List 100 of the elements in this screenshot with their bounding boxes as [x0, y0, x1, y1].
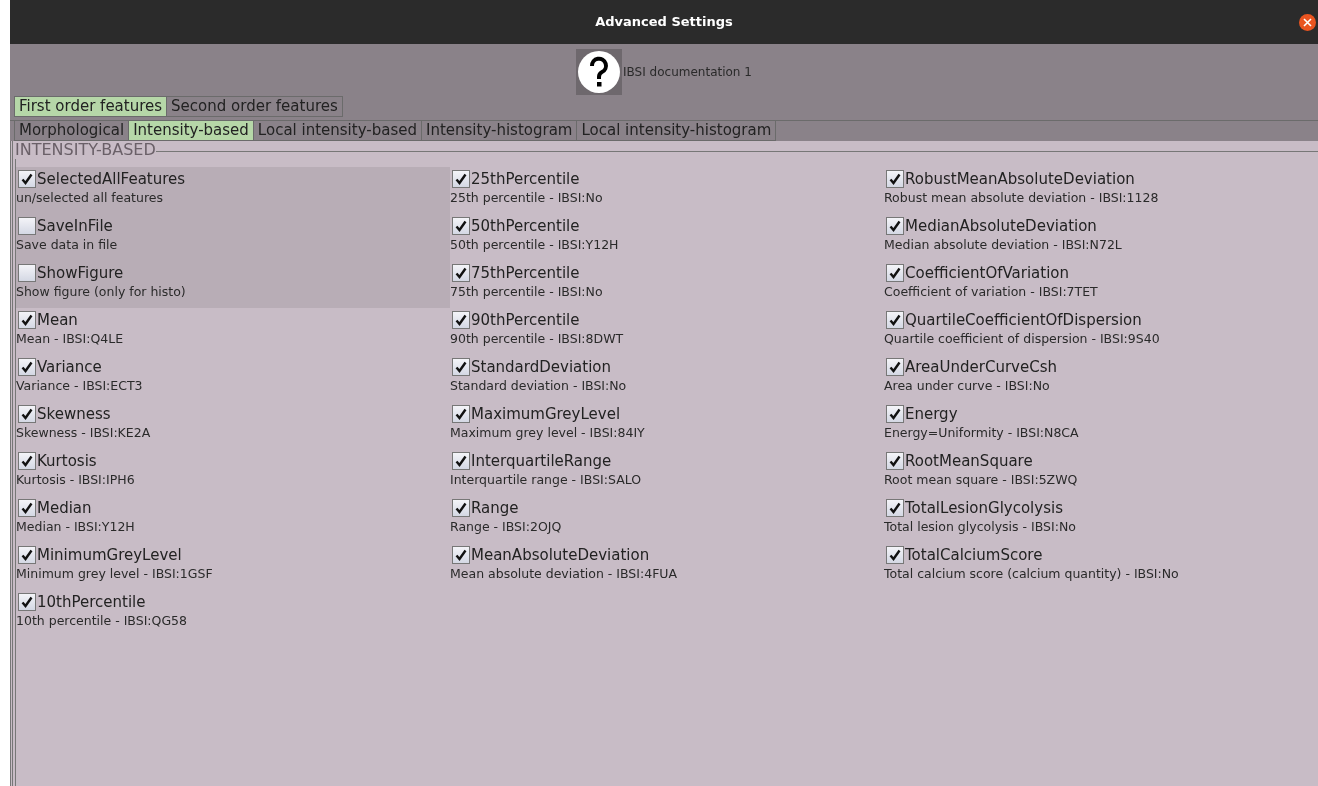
tab[interactable]: Local intensity-histogram: [576, 120, 777, 141]
feature-description: Coefficient of variation - IBSI:7TET: [884, 284, 1099, 300]
check-icon: [455, 220, 467, 232]
feature-checkbox[interactable]: SaveInFile: [16, 215, 450, 237]
check-icon: [889, 455, 901, 467]
feature-checkbox[interactable]: Median: [16, 497, 450, 519]
feature-checkbox[interactable]: RootMeanSquare: [884, 450, 1318, 472]
feature-checkbox[interactable]: MinimumGreyLevel: [16, 544, 450, 566]
feature-checkbox[interactable]: ShowFigure: [16, 262, 450, 284]
feature-checkbox[interactable]: InterquartileRange: [450, 450, 884, 472]
checkbox[interactable]: [18, 264, 36, 282]
checkbox[interactable]: [886, 452, 904, 470]
help-icon: [576, 49, 623, 95]
feature-checkbox[interactable]: 90thPercentile: [450, 309, 884, 331]
check-icon: [21, 314, 33, 326]
checkbox[interactable]: [18, 311, 36, 329]
tab[interactable]: Second order features: [166, 96, 343, 117]
tab[interactable]: Local intensity-based: [252, 120, 422, 141]
checkbox[interactable]: [452, 311, 470, 329]
feature-description: 10th percentile - IBSI:QG58: [16, 613, 188, 629]
checkbox[interactable]: [452, 546, 470, 564]
tab[interactable]: First order features: [14, 96, 168, 117]
feature-checkbox[interactable]: Variance: [16, 356, 450, 378]
checkbox[interactable]: [886, 217, 904, 235]
check-icon: [21, 408, 33, 420]
check-icon: [455, 314, 467, 326]
check-icon: [455, 549, 467, 561]
feature-checkbox[interactable]: TotalCalciumScore: [884, 544, 1318, 566]
feature-description: Root mean square - IBSI:5ZWQ: [884, 472, 1079, 488]
check-icon: [889, 314, 901, 326]
checkbox[interactable]: [452, 358, 470, 376]
feature-description: 90th percentile - IBSI:8DWT: [450, 331, 625, 347]
feature-checkbox[interactable]: Energy: [884, 403, 1318, 425]
feature-description: Interquartile range - IBSI:SALO: [450, 472, 643, 488]
feature-description: Range - IBSI:2OJQ: [450, 519, 563, 535]
feature-checkbox[interactable]: 25thPercentile: [450, 168, 884, 190]
check-icon: [889, 549, 901, 561]
close-icon: [1303, 18, 1312, 27]
checkbox[interactable]: [452, 452, 470, 470]
feature-description: Show figure (only for histo): [16, 284, 187, 300]
feature-description: Mean - IBSI:Q4LE: [16, 331, 125, 347]
checkbox[interactable]: [18, 546, 36, 564]
feature-description: Total lesion glycolysis - IBSI:No: [884, 519, 1077, 535]
feature-description: 25th percentile - IBSI:No: [450, 190, 604, 206]
feature-checkbox[interactable]: MedianAbsoluteDeviation: [884, 215, 1318, 237]
feature-checkbox[interactable]: 50thPercentile: [450, 215, 884, 237]
feature-description: Skewness - IBSI:KE2A: [16, 425, 152, 441]
check-icon: [889, 502, 901, 514]
documentation-button[interactable]: IBSI documentation 1: [576, 49, 752, 95]
check-icon: [455, 361, 467, 373]
checkbox[interactable]: [18, 452, 36, 470]
checkbox[interactable]: [452, 170, 470, 188]
feature-checkbox[interactable]: MaximumGreyLevel: [450, 403, 884, 425]
check-icon: [889, 220, 901, 232]
feature-checkbox[interactable]: SelectedAllFeatures: [16, 168, 450, 190]
checkbox[interactable]: [452, 264, 470, 282]
feature-description: Median - IBSI:Y12H: [16, 519, 136, 535]
checkbox[interactable]: [18, 499, 36, 517]
feature-checkbox[interactable]: TotalLesionGlycolysis: [884, 497, 1318, 519]
checkbox[interactable]: [452, 217, 470, 235]
feature-description: Mean absolute deviation - IBSI:4FUA: [450, 566, 679, 582]
feature-checkbox[interactable]: Mean: [16, 309, 450, 331]
feature-checkbox[interactable]: StandardDeviation: [450, 356, 884, 378]
feature-checkbox[interactable]: 75thPercentile: [450, 262, 884, 284]
feature-checkbox[interactable]: CoefficientOfVariation: [884, 262, 1318, 284]
feature-checkbox[interactable]: Kurtosis: [16, 450, 450, 472]
check-icon: [21, 549, 33, 561]
check-icon: [21, 502, 33, 514]
check-icon: [21, 173, 33, 185]
tab[interactable]: Intensity-based: [128, 120, 254, 141]
close-button[interactable]: [1299, 14, 1316, 31]
feature-checkbox[interactable]: 10thPercentile: [16, 591, 450, 613]
checkbox[interactable]: [886, 546, 904, 564]
feature-description: Energy=Uniformity - IBSI:N8CA: [884, 425, 1080, 441]
feature-checkbox[interactable]: MeanAbsoluteDeviation: [450, 544, 884, 566]
checkbox[interactable]: [886, 311, 904, 329]
checkbox[interactable]: [18, 170, 36, 188]
feature-checkbox[interactable]: AreaUnderCurveCsh: [884, 356, 1318, 378]
feature-description: Area under curve - IBSI:No: [884, 378, 1051, 394]
checkbox[interactable]: [18, 405, 36, 423]
checkbox[interactable]: [452, 499, 470, 517]
feature-description: Standard deviation - IBSI:No: [450, 378, 628, 394]
feature-checkbox[interactable]: Skewness: [16, 403, 450, 425]
tab[interactable]: Morphological: [14, 120, 130, 141]
feature-checkbox[interactable]: QuartileCoefficientOfDispersion: [884, 309, 1318, 331]
tab[interactable]: Intensity-histogram: [420, 120, 578, 141]
feature-description: Variance - IBSI:ECT3: [16, 378, 144, 394]
feature-checkbox[interactable]: RobustMeanAbsoluteDeviation: [884, 168, 1318, 190]
feature-checkbox[interactable]: Range: [450, 497, 884, 519]
checkbox[interactable]: [886, 170, 904, 188]
checkbox[interactable]: [18, 217, 36, 235]
feature-description: Maximum grey level - IBSI:84IY: [450, 425, 646, 441]
checkbox[interactable]: [886, 405, 904, 423]
checkbox[interactable]: [886, 499, 904, 517]
checkbox[interactable]: [886, 358, 904, 376]
checkbox[interactable]: [452, 405, 470, 423]
check-icon: [455, 502, 467, 514]
checkbox[interactable]: [18, 593, 36, 611]
checkbox[interactable]: [18, 358, 36, 376]
checkbox[interactable]: [886, 264, 904, 282]
